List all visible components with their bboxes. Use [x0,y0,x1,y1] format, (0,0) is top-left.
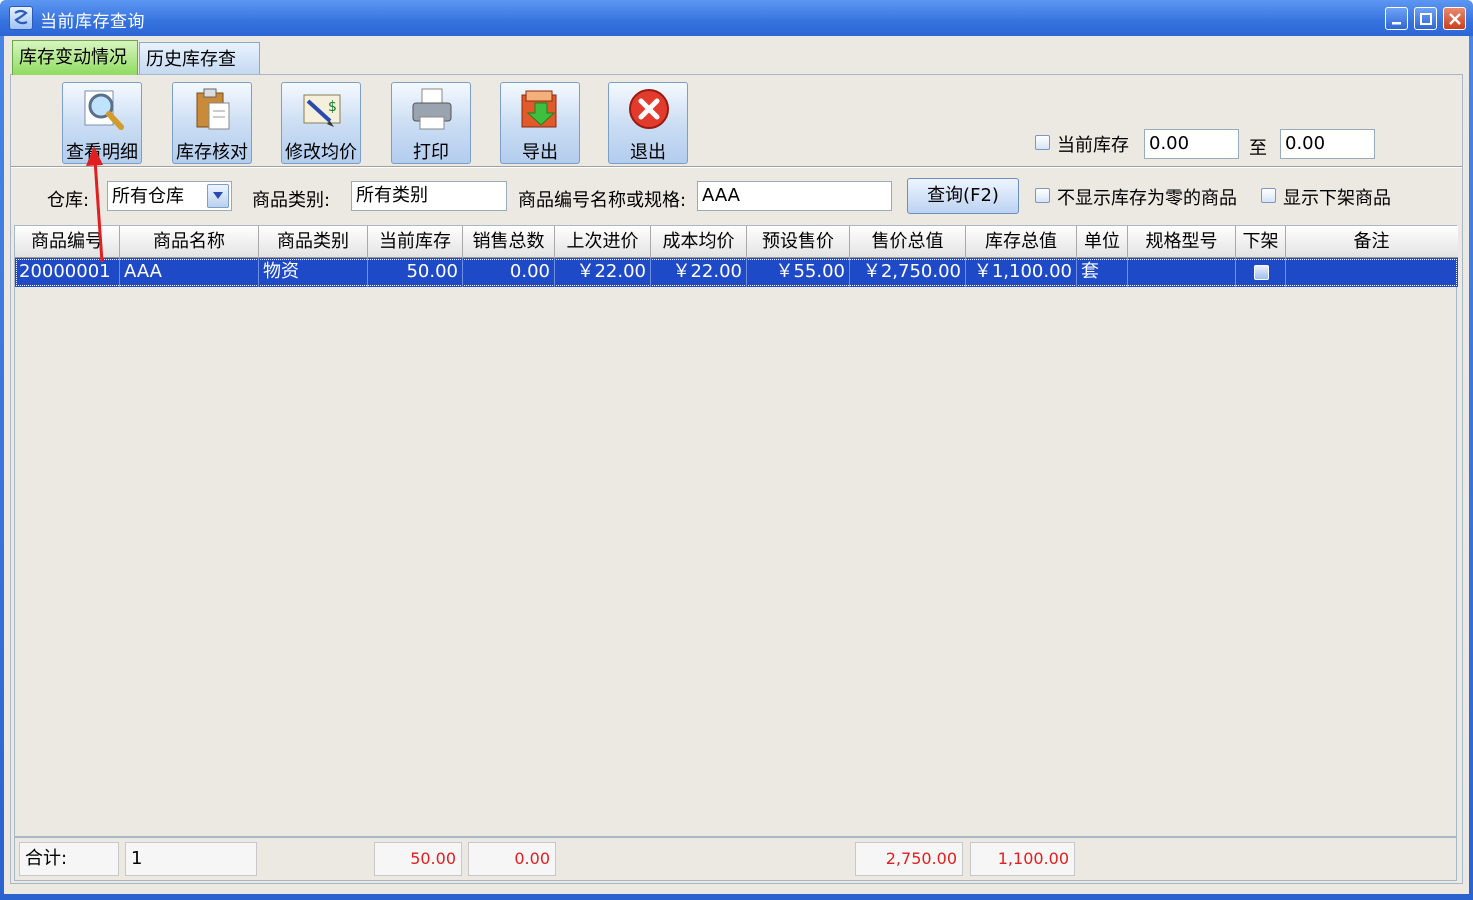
main-panel: 查看明细 库存核对 $ 修改均价 打印 导出 退出 当前库存 0.00 至 0.… [10,74,1463,884]
total-sales: 0.00 [468,842,556,876]
print-label: 打印 [413,142,449,163]
cell-unit: 套 [1077,258,1128,287]
offshelf-checkbox[interactable] [1254,265,1269,280]
table-row[interactable]: 20000001 AAA 物资 50.00 0.00 ￥22.00 ￥22.00… [15,258,1458,287]
exit-label: 退出 [630,142,666,163]
show-offshelf-checkbox[interactable] [1261,188,1276,203]
cell-stock: 50.00 [368,258,463,287]
clipboard-icon [196,88,230,130]
totals-bar: 合计: 1 50.00 0.00 2,750.00 1,100.00 [14,837,1457,881]
current-stock-label: 当前库存 [1057,135,1129,156]
printer-icon [412,88,452,130]
window-title: 当前库存查询 [40,12,145,32]
category-input[interactable]: 所有类别 [351,181,507,211]
export-label: 导出 [522,142,558,163]
col-header-avg-cost[interactable]: 成本均价 [651,226,747,258]
warehouse-value: 所有仓库 [112,186,184,207]
col-header-name[interactable]: 商品名称 [120,226,259,258]
hide-zero-stock-label: 不显示库存为零的商品 [1057,188,1237,209]
tab-stock-changes[interactable]: 库存变动情况 [12,40,138,75]
cell-preset-price: ￥55.00 [747,258,850,287]
window-client: 库存变动情况 历史库存查询 查看明细 库存核对 [4,36,1469,894]
stock-table[interactable]: 商品编号 商品名称 商品类别 当前库存 销售总数 上次进价 成本均价 预设售价 … [14,225,1458,837]
cell-name: AAA [120,258,259,287]
category-label: 商品类别: [252,190,331,211]
chevron-down-icon[interactable] [207,184,229,208]
cell-last-price: ￥22.00 [555,258,651,287]
app-logo-icon [9,6,33,30]
stock-check-button[interactable]: 库存核对 [172,82,252,164]
minimize-button[interactable] [1385,7,1408,30]
col-header-sales-total[interactable]: 销售总数 [463,226,555,258]
tab-history-stock[interactable]: 历史库存查询 [139,42,260,104]
annotation-arrow-icon [86,146,104,263]
col-header-spec[interactable]: 规格型号 [1128,226,1236,258]
col-header-note[interactable]: 备注 [1286,226,1457,258]
app-window: 当前库存查询 库存变动情况 历史库存查询 查看明细 [0,0,1473,900]
cell-spec [1128,258,1236,287]
export-icon [521,90,557,128]
col-header-sales-value[interactable]: 售价总值 [850,226,966,258]
show-offshelf-label: 显示下架商品 [1283,188,1391,209]
cell-stock-value: ￥1,100.00 [966,258,1077,287]
total-sales-value: 2,750.00 [855,842,963,876]
svg-text:$: $ [328,99,337,115]
cell-category: 物资 [259,258,368,287]
maximize-button[interactable] [1414,7,1437,30]
col-header-last-price[interactable]: 上次进价 [555,226,651,258]
cell-avg-cost: ￥22.00 [651,258,747,287]
warehouse-select[interactable]: 所有仓库 [107,181,232,211]
magnifier-icon [84,90,124,130]
edit-avg-price-button[interactable]: $ 修改均价 [281,82,361,164]
total-count: 1 [125,842,257,876]
exit-button[interactable]: 退出 [608,82,688,164]
cell-note [1286,258,1457,287]
hide-zero-stock-checkbox[interactable] [1035,188,1050,203]
col-header-preset-price[interactable]: 预设售价 [747,226,850,258]
cell-sales-total: 0.00 [463,258,555,287]
total-label: 合计: [19,842,119,876]
query-button[interactable]: 查询(F2) [907,178,1019,214]
col-header-stock[interactable]: 当前库存 [368,226,463,258]
cell-sales-value: ￥2,750.00 [850,258,966,287]
keyword-input[interactable]: AAA [697,181,892,211]
col-header-category[interactable]: 商品类别 [259,226,368,258]
col-header-unit[interactable]: 单位 [1077,226,1128,258]
export-button[interactable]: 导出 [500,82,580,164]
current-stock-checkbox[interactable] [1035,135,1050,150]
stock-check-label: 库存核对 [176,142,248,163]
table-header: 商品编号 商品名称 商品类别 当前库存 销售总数 上次进价 成本均价 预设售价 … [15,226,1458,258]
title-bar[interactable]: 当前库存查询 [0,0,1473,36]
total-stock-value: 1,100.00 [970,842,1075,876]
total-stock: 50.00 [374,842,462,876]
toolbar-divider [11,166,1462,168]
stock-to-input[interactable]: 0.00 [1280,129,1375,159]
exit-icon [629,89,669,129]
col-header-stock-value[interactable]: 库存总值 [966,226,1077,258]
stock-range-to-label: 至 [1249,138,1267,159]
edit-avg-price-label: 修改均价 [285,142,357,163]
print-button[interactable]: 打印 [391,82,471,164]
close-button[interactable] [1443,7,1466,30]
keyword-label: 商品编号名称或规格: [518,190,687,211]
stock-from-input[interactable]: 0.00 [1144,129,1239,159]
col-header-offshelf[interactable]: 下架 [1236,226,1286,258]
edit-price-icon: $ [303,94,341,127]
